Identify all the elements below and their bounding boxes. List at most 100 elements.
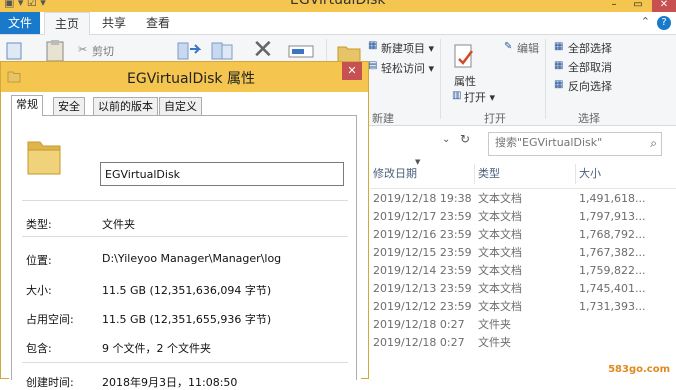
cell-date: 2019/12/14 23:59 — [373, 264, 472, 277]
tab-customize[interactable]: 自定义 — [159, 97, 202, 115]
cut-button[interactable]: 剪切 — [92, 43, 114, 59]
dialog-title-bar[interactable]: EGVirtualDisk 属性 ✕ — [1, 62, 368, 92]
file-row[interactable]: 2019/12/16 23:59 文本文档 1,768,792... — [370, 226, 676, 244]
cell-date: 2019/12/12 23:59 — [373, 300, 472, 313]
file-row[interactable]: 2019/12/14 23:59 文本文档 1,759,822... — [370, 262, 676, 280]
new-item-button[interactable]: 新建项目 ▾ — [381, 40, 434, 56]
type-label: 类型: — [26, 218, 52, 231]
tab-view[interactable]: 查看 — [136, 12, 180, 34]
refresh-icon[interactable]: ↻ — [460, 132, 470, 146]
location-value: D:\Yileyoo Manager\Manager\log — [102, 252, 282, 265]
new-item-icon: ▦ — [368, 40, 378, 51]
created-value: 2018年9月3日，11:08:50 — [102, 376, 238, 389]
move-to-icon[interactable] — [176, 39, 202, 63]
cell-size: 1,491,618... — [579, 192, 646, 205]
explorer-title: EGVirtualDisk — [290, 0, 386, 8]
cell-type: 文件夹 — [478, 336, 511, 349]
maximize-button[interactable]: ▭ — [628, 0, 648, 12]
file-row[interactable]: 2019/12/15 23:59 文本文档 1,767,382... — [370, 244, 676, 262]
created-label: 创建时间: — [26, 376, 74, 389]
scissors-icon[interactable]: ✂ — [78, 43, 87, 56]
folder-name-field[interactable] — [100, 162, 344, 186]
size-value: 11.5 GB (12,351,636,094 字节) — [102, 284, 272, 297]
open-icon: ▥ — [452, 90, 462, 101]
open-button[interactable]: 打开 ▾ — [464, 89, 495, 105]
rename-icon[interactable] — [288, 43, 316, 61]
cell-type: 文本文档 — [478, 246, 522, 259]
easy-access-icon: ▤ — [368, 60, 378, 71]
tab-home[interactable]: 主页 — [44, 12, 91, 35]
search-input[interactable] — [495, 136, 645, 149]
delete-icon[interactable]: ✕ — [252, 37, 274, 63]
properties-icon[interactable] — [452, 43, 478, 71]
explorer-close-button[interactable]: ✕ — [652, 0, 676, 12]
dialog-title: EGVirtualDisk 属性 — [127, 71, 255, 87]
dialog-body: 常规 安全 以前的版本 自定义 类型: 文件夹 位置: D:\Yileyoo M… — [9, 92, 361, 389]
group-new-label: 新建 — [372, 112, 394, 125]
search-icon[interactable]: ⌕ — [650, 136, 657, 151]
collapse-ribbon-icon[interactable]: ⌃ — [641, 15, 650, 28]
cell-type: 文本文档 — [478, 192, 522, 205]
type-value: 文件夹 — [102, 218, 135, 231]
quick-access-toolbar[interactable]: ▣ ▾ ☑ ▾ — [4, 0, 46, 9]
select-all-button[interactable]: 全部选择 — [568, 40, 612, 56]
properties-dialog: EGVirtualDisk 属性 ✕ 常规 安全 以前的版本 自定义 类型: 文… — [0, 61, 369, 389]
invert-selection-button[interactable]: 反向选择 — [568, 78, 612, 94]
file-row[interactable]: 2019/12/17 23:59 文本文档 1,797,913... — [370, 208, 676, 226]
select-none-icon: ▦ — [554, 60, 564, 71]
ribbon-separator — [545, 39, 546, 119]
group-select-label: 选择 — [578, 112, 600, 125]
file-row[interactable]: 2019/12/12 23:59 文本文档 1,731,393... — [370, 298, 676, 316]
folder-row[interactable]: 2019/12/18 0:27 文件夹 — [370, 316, 676, 334]
file-row[interactable]: 2019/12/13 23:59 文本文档 1,745,401... — [370, 280, 676, 298]
cell-type: 文本文档 — [478, 210, 522, 223]
explorer-title-bar[interactable]: EGVirtualDisk ▣ ▾ ☑ ▾ – ▭ ✕ — [0, 0, 676, 12]
select-none-button[interactable]: 全部取消 — [568, 59, 612, 75]
folder-icon — [7, 71, 21, 83]
cell-size: 1,767,382... — [579, 246, 646, 259]
cell-type: 文件夹 — [478, 318, 511, 331]
column-type[interactable]: 类型 — [475, 160, 578, 188]
tab-share[interactable]: 共享 — [92, 12, 136, 34]
help-icon[interactable]: ? — [657, 16, 671, 30]
search-box[interactable]: ⌕ — [488, 132, 662, 156]
cell-type: 文本文档 — [478, 300, 522, 313]
large-folder-icon — [27, 141, 61, 175]
tab-security[interactable]: 安全 — [53, 97, 85, 115]
cell-date: 2019/12/18 0:27 — [373, 336, 465, 349]
folder-row[interactable]: 2019/12/18 0:27 文件夹 — [370, 334, 676, 352]
column-date-modified[interactable]: 修改日期 — [370, 160, 477, 188]
file-row[interactable]: 2019/12/18 19:38 文本文档 1,491,618... — [370, 190, 676, 208]
general-tab-panel: 类型: 文件夹 位置: D:\Yileyoo Manager\Manager\l… — [11, 115, 357, 389]
cell-date: 2019/12/18 19:38 — [373, 192, 472, 205]
contains-label: 包含: — [26, 342, 52, 355]
cell-type: 文本文档 — [478, 228, 522, 241]
tab-previous-versions[interactable]: 以前的版本 — [93, 97, 158, 115]
cell-date: 2019/12/13 23:59 — [373, 282, 472, 295]
properties-button[interactable]: 属性 — [454, 73, 476, 89]
minimize-button[interactable]: – — [604, 0, 624, 12]
edit-button[interactable]: 编辑 — [517, 40, 539, 56]
divider — [22, 362, 348, 363]
divider — [22, 236, 348, 237]
location-label: 位置: — [26, 254, 52, 267]
cell-size: 1,768,792... — [579, 228, 646, 241]
size-on-disk-label: 占用空间: — [26, 313, 74, 326]
cell-date: 2019/12/15 23:59 — [373, 246, 472, 259]
copy-to-icon[interactable] — [210, 39, 236, 63]
cell-size: 1,797,913... — [579, 210, 646, 223]
sort-indicator-icon: ▼ — [415, 158, 421, 166]
copy-icon[interactable] — [4, 41, 30, 61]
paste-icon[interactable] — [44, 39, 68, 63]
tab-file[interactable]: 文件 — [0, 12, 40, 34]
ribbon-tab-bar: 文件 主页 共享 查看 ⌃ ? — [0, 12, 676, 35]
size-label: 大小: — [26, 284, 52, 297]
cell-date: 2019/12/17 23:59 — [373, 210, 472, 223]
address-dropdown-icon[interactable]: ⌄ — [442, 134, 450, 145]
cell-type: 文本文档 — [478, 264, 522, 277]
column-size[interactable]: 大小 — [576, 160, 676, 188]
cell-size: 1,759,822... — [579, 264, 646, 277]
easy-access-button[interactable]: 轻松访问 ▾ — [381, 60, 434, 76]
dialog-close-button[interactable]: ✕ — [342, 62, 362, 80]
tab-general[interactable]: 常规 — [11, 95, 43, 116]
